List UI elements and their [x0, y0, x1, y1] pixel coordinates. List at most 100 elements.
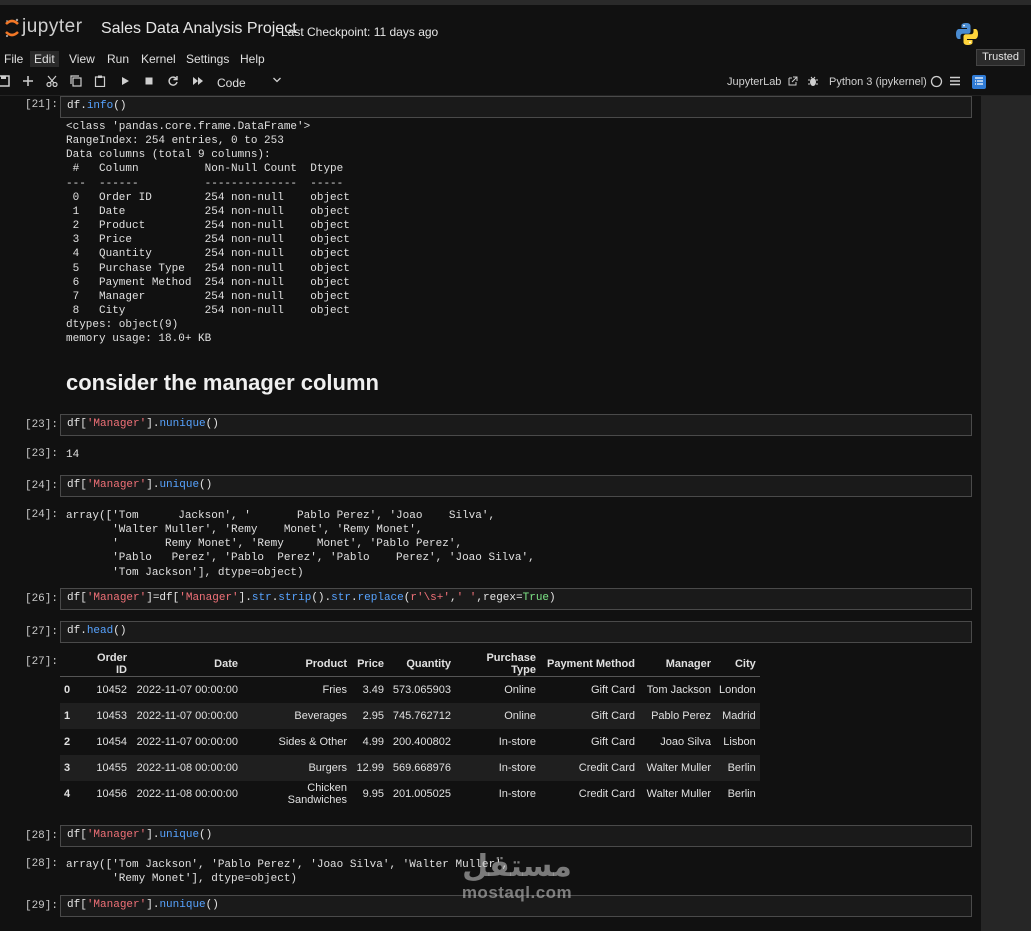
- menu-settings[interactable]: Settings: [182, 51, 233, 67]
- code-token: (): [199, 479, 213, 491]
- code-token: 'Manager': [86, 479, 147, 491]
- right-gutter-scrollbar[interactable]: [981, 96, 1031, 931]
- code-token: (): [205, 899, 219, 911]
- watermark-arabic: مستقل: [462, 849, 572, 884]
- table-cell: Burgers: [242, 754, 351, 781]
- code-token: r'\s+': [410, 592, 450, 604]
- code-cell-input[interactable]: df['Manager'].unique(): [60, 475, 972, 497]
- table-cell: 10454: [86, 728, 131, 755]
- trusted-badge[interactable]: Trusted: [976, 49, 1025, 66]
- menu-run[interactable]: Run: [103, 51, 133, 67]
- stop-icon[interactable]: [142, 75, 156, 89]
- code-cell-input[interactable]: df['Manager']=df['Manager'].str.strip().…: [60, 588, 972, 610]
- table-row: 3 10455 2022-11-08 00:00:00 Burgers 12.99 569…: [60, 754, 760, 781]
- cell-output: array(['Tom Jackson', 'Pablo Perez', 'Jo…: [66, 859, 509, 886]
- column-header: Manager: [639, 652, 715, 677]
- cell-type-select[interactable]: Code: [217, 76, 246, 90]
- column-header: Quantity: [388, 652, 455, 677]
- code-token: 'Manager': [179, 592, 239, 604]
- table-cell: Gift Card: [540, 676, 639, 703]
- table-cell: 2022-11-08 00:00:00: [131, 754, 242, 781]
- menu-edit[interactable]: Edit: [30, 51, 59, 67]
- row-index: 1: [60, 702, 86, 729]
- code-cell-input[interactable]: df.info(): [60, 96, 972, 118]
- code-token: df[: [67, 592, 87, 604]
- menu-hamburger-icon[interactable]: [948, 75, 962, 89]
- code-cell-input[interactable]: df.head(): [60, 621, 972, 643]
- code-token: 'Manager': [86, 899, 147, 911]
- cell-output: 14: [66, 449, 80, 461]
- debugger-bug-icon[interactable]: [806, 75, 820, 89]
- code-token: 'Manager': [86, 829, 147, 841]
- code-cell-input[interactable]: df['Manager'].unique(): [60, 825, 972, 847]
- table-cell: 10453: [86, 702, 131, 729]
- table-cell: 201.005025: [388, 780, 455, 807]
- markdown-heading: consider the manager column: [66, 370, 379, 395]
- code-token: ,regex=: [476, 592, 523, 604]
- table-cell: 9.95: [351, 780, 388, 807]
- code-token: ().: [311, 592, 332, 604]
- top-bar: jupyter Sales Data Analysis Project Last…: [0, 0, 1031, 48]
- run-icon[interactable]: [118, 75, 132, 89]
- menu-file[interactable]: File: [0, 51, 27, 67]
- input-prompt: [23]:: [24, 419, 58, 431]
- table-cell: Tom Jackson: [639, 676, 715, 703]
- code-token: nunique: [159, 899, 206, 911]
- table-cell: 10455: [86, 754, 131, 781]
- kernel-name[interactable]: Python 3 (ipykernel): [829, 76, 927, 88]
- code-token: (): [205, 418, 219, 430]
- input-prompt: [28]:: [24, 830, 58, 842]
- table-cell: 745.762712: [388, 702, 455, 729]
- paste-icon[interactable]: [93, 75, 107, 89]
- menu-bar: File Edit View Run Kernel Settings Help: [0, 48, 1031, 69]
- menu-help[interactable]: Help: [236, 51, 269, 67]
- code-token: nunique: [159, 418, 206, 430]
- input-prompt: [27]:: [24, 626, 58, 638]
- add-cell-icon[interactable]: [21, 75, 35, 89]
- code-token: unique: [159, 479, 200, 491]
- table-row: 4 10456 2022-11-08 00:00:00 Chicken Sandwic…: [60, 780, 760, 807]
- table-cell: Credit Card: [540, 780, 639, 807]
- checkpoint-status: Last Checkpoint: 11 days ago: [281, 25, 439, 39]
- output-prompt: [24]:: [24, 509, 58, 521]
- restart-icon[interactable]: [166, 75, 180, 89]
- table-row: 0 10452 2022-11-07 00:00:00 Fries 3.49 573.06…: [60, 676, 760, 703]
- table-cell: 10456: [86, 780, 131, 807]
- code-token: (): [113, 625, 127, 637]
- save-icon[interactable]: [0, 75, 11, 89]
- code-token: unique: [159, 829, 200, 841]
- output-prompt: [23]:: [24, 448, 58, 460]
- row-index: 2: [60, 728, 86, 755]
- table-cell: 10452: [86, 676, 131, 703]
- notebook-title[interactable]: Sales Data Analysis Project: [101, 20, 297, 38]
- column-header: Date: [131, 652, 242, 677]
- jupyterlab-label: JupyterLab: [727, 76, 782, 88]
- cut-icon[interactable]: [45, 75, 59, 89]
- code-cell-input[interactable]: df['Manager'].nunique(): [60, 414, 972, 436]
- code-token: df[: [67, 829, 87, 841]
- code-token: (): [113, 100, 127, 112]
- column-header: Price: [351, 652, 388, 677]
- table-cell: Online: [455, 702, 540, 729]
- copy-icon[interactable]: [69, 75, 83, 89]
- code-token: ].: [238, 592, 252, 604]
- table-cell: In-store: [455, 780, 540, 807]
- table-cell: 2022-11-07 00:00:00: [131, 702, 242, 729]
- code-token: ].: [146, 418, 160, 430]
- toc-toggle-icon[interactable]: [972, 75, 986, 89]
- external-link-icon: [788, 76, 797, 86]
- table-cell: Fries: [242, 676, 351, 703]
- open-jupyterlab-link[interactable]: JupyterLab: [727, 76, 798, 88]
- code-token: strip: [278, 592, 312, 604]
- code-token: replace: [357, 592, 404, 604]
- menu-kernel[interactable]: Kernel: [137, 51, 180, 67]
- run-all-icon[interactable]: [191, 75, 205, 89]
- table-cell: Sides & Other: [242, 728, 351, 755]
- output-prompt: [28]:: [24, 858, 58, 870]
- table-cell: Gift Card: [540, 728, 639, 755]
- menu-view[interactable]: View: [65, 51, 99, 67]
- code-token: info: [86, 100, 114, 112]
- code-token: ].: [146, 829, 160, 841]
- jupyter-logo[interactable]: jupyter: [4, 16, 83, 38]
- chevron-down-icon[interactable]: [272, 75, 282, 88]
